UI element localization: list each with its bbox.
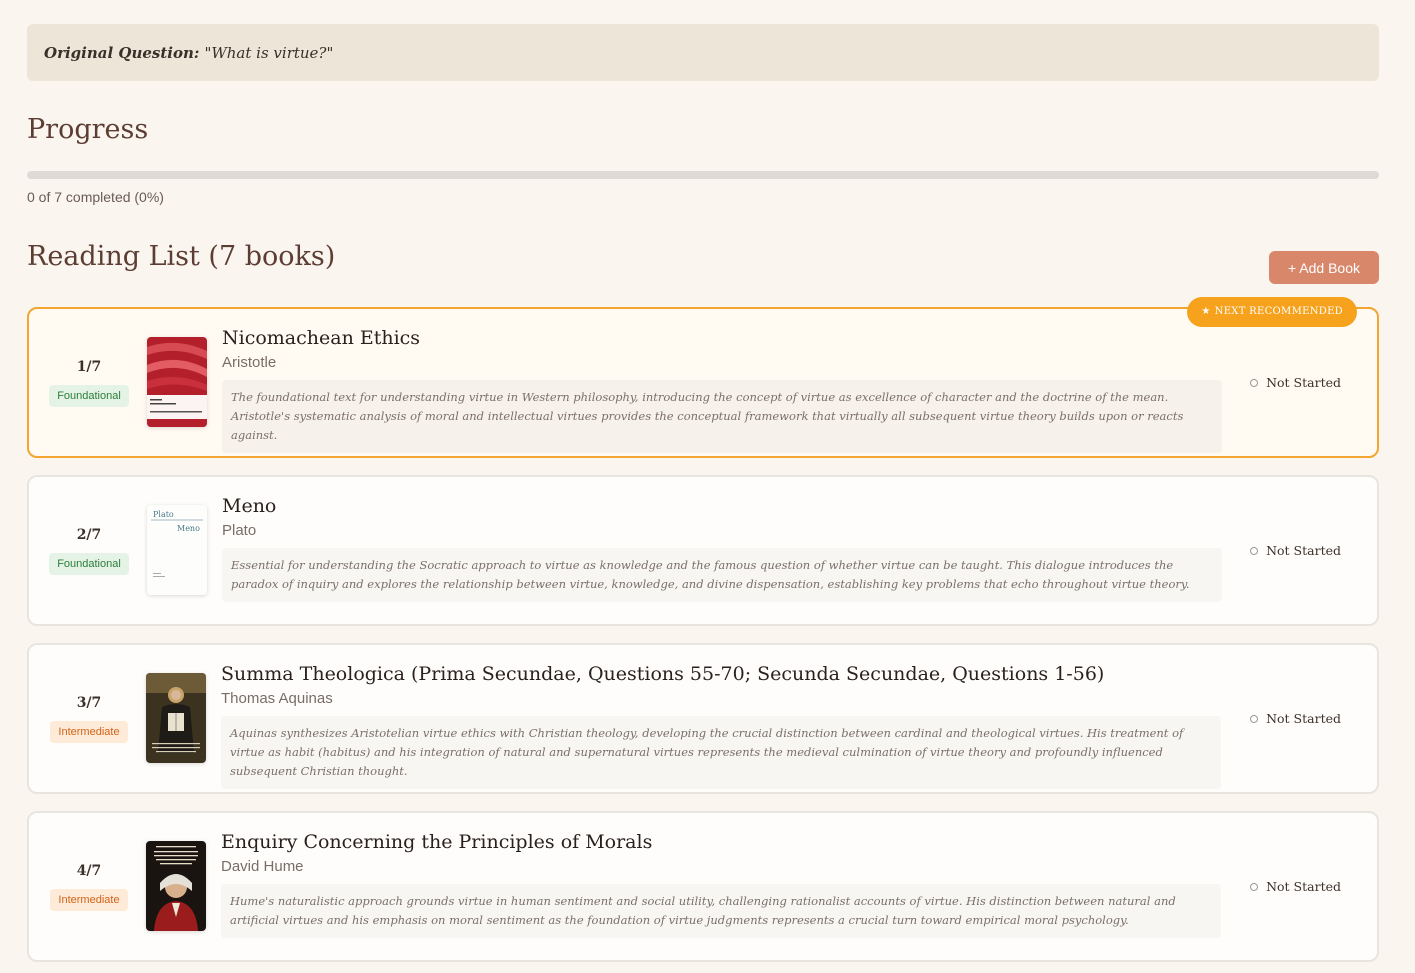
book-cover-image — [146, 841, 206, 931]
level-badge: Intermediate — [50, 720, 128, 743]
main-container: Original Question: "What is virtue?" Pro… — [27, 24, 1379, 962]
book-cover-image: Plato Meno — [147, 505, 207, 595]
status-circle-icon — [1250, 378, 1259, 387]
reading-status-toggle[interactable]: Not Started — [1250, 477, 1341, 624]
book-author: Aristotle — [222, 354, 277, 371]
star-icon: ★ — [1201, 306, 1211, 317]
book-card[interactable]: 4/7 Intermediate Enquiry Concerning the … — [27, 811, 1379, 962]
reading-status-toggle[interactable]: Not Started — [1250, 309, 1341, 456]
reading-status-toggle[interactable]: Not Started — [1250, 813, 1341, 960]
status-label: Not Started — [1266, 543, 1341, 558]
book-title[interactable]: Meno — [222, 495, 1222, 517]
book-description: The foundational text for understanding … — [222, 380, 1222, 453]
book-card[interactable]: 3/7 Intermediate Summa Theologica (Prima… — [27, 643, 1379, 794]
book-title[interactable]: Enquiry Concerning the Principles of Mor… — [221, 831, 1221, 853]
level-badge: Foundational — [49, 384, 129, 407]
progress-bar — [27, 171, 1379, 179]
book-title[interactable]: Nicomachean Ethics — [222, 327, 1222, 349]
status-circle-icon — [1250, 546, 1259, 555]
progress-title: Progress — [27, 114, 149, 145]
original-question-box: Original Question: "What is virtue?" — [27, 24, 1379, 81]
book-cover-image — [146, 673, 206, 763]
book-title[interactable]: Summa Theologica (Prima Secundae, Questi… — [221, 663, 1231, 685]
book-description: Aquinas synthesizes Aristotelian virtue … — [221, 716, 1221, 789]
book-order: 3/7 — [76, 694, 102, 711]
level-badge: Foundational — [49, 552, 129, 575]
status-label: Not Started — [1266, 879, 1341, 894]
reading-list-title: Reading List (7 books) — [27, 241, 336, 272]
status-label: Not Started — [1266, 375, 1341, 390]
book-description: Hume's naturalistic approach grounds vir… — [221, 884, 1221, 938]
book-cover-image — [147, 337, 207, 427]
book-card[interactable]: ★ NEXT RECOMMENDED 1/7 Foundational Nico… — [27, 297, 1379, 458]
book-author: Thomas Aquinas — [221, 690, 333, 707]
book-description: Essential for understanding the Socratic… — [222, 548, 1222, 602]
book-author: Plato — [222, 522, 257, 539]
reading-status-toggle[interactable]: Not Started — [1250, 645, 1341, 792]
progress-text: 0 of 7 completed (0%) — [27, 189, 164, 205]
svg-text:Plato: Plato — [153, 510, 174, 519]
book-list: ★ NEXT RECOMMENDED 1/7 Foundational Nico… — [27, 297, 1379, 973]
question-text: "What is virtue?" — [204, 43, 334, 62]
status-circle-icon — [1250, 714, 1259, 723]
book-order: 2/7 — [76, 526, 102, 543]
book-card[interactable]: 2/7 Foundational Plato Meno Meno Plato E… — [27, 475, 1379, 626]
question-label: Original Question: — [44, 43, 200, 62]
book-order: 1/7 — [76, 358, 102, 375]
add-book-button[interactable]: + Add Book — [1269, 251, 1379, 284]
status-label: Not Started — [1266, 711, 1341, 726]
book-author: David Hume — [221, 858, 304, 875]
status-circle-icon — [1250, 882, 1259, 891]
reading-list-header: Reading List (7 books) + Add Book — [27, 240, 1379, 284]
svg-text:Meno: Meno — [177, 524, 200, 533]
level-badge: Intermediate — [50, 888, 128, 911]
book-order: 4/7 — [76, 862, 102, 879]
